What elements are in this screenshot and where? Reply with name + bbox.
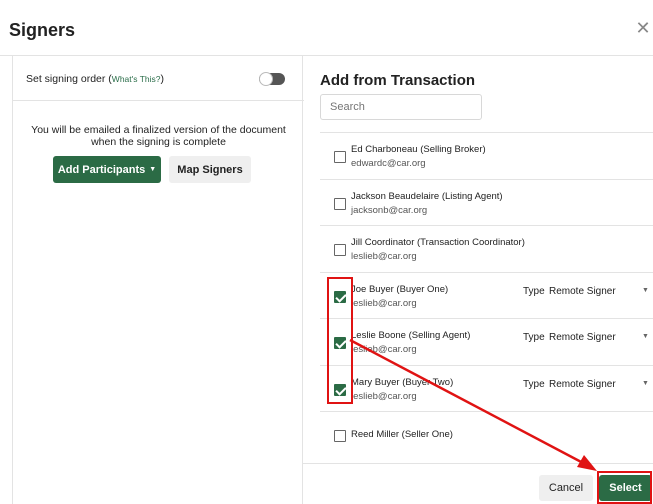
email-note: You will be emailed a finalized version … — [31, 124, 286, 148]
signer-type-select[interactable]: Remote Signer — [549, 332, 616, 343]
signing-order-label: Set signing order (What's This?) — [26, 73, 165, 85]
list-item: Jill Coordinator (Transaction Coordinato… — [320, 225, 653, 272]
signer-type-select[interactable]: Remote Signer — [549, 379, 616, 390]
caret-down-icon[interactable]: ▼ — [642, 333, 649, 340]
participant-name: Mary Buyer (Buyer Two) — [351, 376, 454, 388]
signers-dialog: Signers ✕ Set signing order (What's This… — [0, 0, 653, 504]
signing-order-toggle[interactable] — [259, 72, 285, 86]
add-from-transaction-pane: Add from Transaction Ed Charboneau (Sell… — [303, 56, 653, 504]
map-signers-button[interactable]: Map Signers — [169, 156, 251, 183]
participant-email: leslieb@car.org — [351, 297, 417, 309]
participant-email: leslieb@car.org — [351, 251, 417, 262]
participant-email: leslieb@car.org — [351, 344, 417, 355]
list-item: Mary Buyer (Buyer Two) leslieb@car.org T… — [320, 364, 653, 412]
list-item: Jackson Beaudelaire (Listing Agent) jack… — [320, 178, 653, 226]
checkbox-highlight-box — [327, 277, 353, 404]
signer-type-select[interactable]: Remote Signer — [549, 286, 616, 297]
select-highlight-box — [597, 471, 652, 504]
add-participants-button[interactable]: Add Participants ▼ — [53, 156, 161, 183]
close-icon[interactable]: ✕ — [635, 19, 651, 37]
caret-down-icon: ▼ — [149, 166, 157, 173]
participant-name: Leslie Boone (Selling Agent) — [351, 330, 471, 341]
type-label: Type — [523, 332, 545, 343]
participant-list: Ed Charboneau (Selling Broker) edwardc@c… — [320, 132, 653, 458]
toggle-knob — [259, 72, 273, 86]
caret-down-icon[interactable]: ▼ — [642, 287, 649, 294]
list-item: Leslie Boone (Selling Agent) leslieb@car… — [320, 318, 653, 365]
list-item: Joe Buyer (Buyer One) leslieb@car.org Ty… — [320, 271, 653, 319]
participant-name: Ed Charboneau (Selling Broker) — [351, 144, 486, 155]
signing-order-row: Set signing order (What's This?) — [13, 56, 304, 101]
signing-settings-pane: Set signing order (What's This?) You wil… — [12, 56, 304, 504]
list-item: Ed Charboneau (Selling Broker) edwardc@c… — [320, 132, 653, 179]
participant-email: edwardc@car.org — [351, 158, 426, 169]
search-input[interactable] — [320, 94, 482, 120]
whats-this-link[interactable]: What's This? — [112, 74, 161, 84]
caret-down-icon[interactable]: ▼ — [642, 380, 649, 387]
participant-email: jacksonb@car.org — [351, 204, 428, 216]
list-item: Reed Miller (Seller One) — [320, 411, 653, 458]
participant-name: Joe Buyer (Buyer One) — [351, 283, 449, 295]
participant-name: Jill Coordinator (Transaction Coordinato… — [351, 237, 525, 248]
type-label: Type — [523, 378, 545, 390]
participant-email: leslieb@car.org — [351, 390, 417, 402]
add-from-transaction-title: Add from Transaction — [320, 72, 476, 89]
participant-checkbox[interactable] — [334, 197, 346, 210]
dialog-title: Signers — [9, 20, 76, 40]
dialog-header: Signers ✕ — [0, 0, 653, 56]
participant-name: Jackson Beaudelaire (Listing Agent) — [351, 190, 503, 202]
type-label: Type — [523, 285, 545, 297]
cancel-button[interactable]: Cancel — [539, 475, 593, 501]
participant-checkbox[interactable] — [334, 430, 346, 442]
participant-name: Reed Miller (Seller One) — [351, 429, 453, 440]
participant-checkbox[interactable] — [334, 244, 346, 256]
participant-checkbox[interactable] — [334, 151, 346, 163]
